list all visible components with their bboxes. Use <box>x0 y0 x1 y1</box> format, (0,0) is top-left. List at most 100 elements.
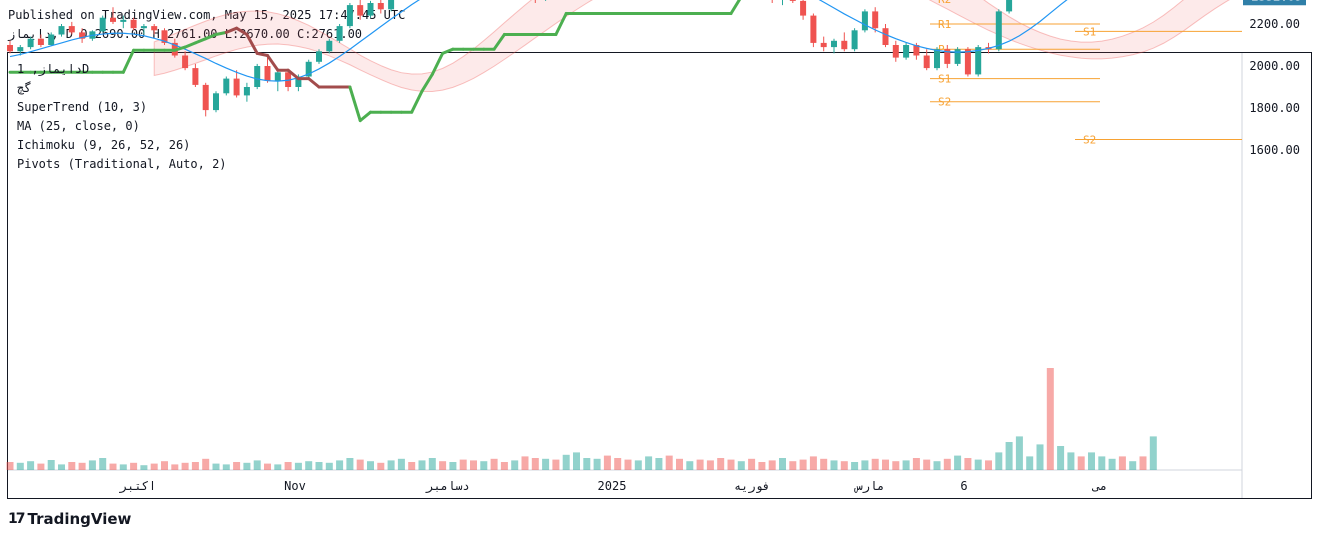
candle-body <box>274 72 281 81</box>
volume-bar <box>974 459 982 470</box>
supertrend-segment <box>255 51 269 57</box>
volume-bar <box>377 462 385 470</box>
volume-bar <box>6 462 14 470</box>
volume-bar <box>985 460 992 470</box>
volume-bar <box>665 455 673 470</box>
volume-bar <box>614 458 622 470</box>
legend-ma[interactable]: MA (25, close, 0) <box>17 119 140 133</box>
supertrend-segment <box>358 110 372 123</box>
volume-bar <box>109 463 117 470</box>
volume-bar <box>634 460 642 470</box>
supertrend-segment <box>307 77 321 89</box>
candle-body <box>1006 0 1013 12</box>
volume-bar <box>779 458 786 470</box>
supertrend-segment <box>214 30 228 36</box>
price-axis-tick: 2200.00 <box>1249 17 1300 31</box>
volume-bar <box>480 461 488 470</box>
volume-bar <box>861 460 869 470</box>
volume-bar <box>387 460 395 470</box>
candle-body <box>182 55 189 69</box>
pivot-label: R2 <box>938 0 951 6</box>
volume-bar <box>902 460 910 470</box>
volume-bar <box>1026 456 1034 470</box>
candle-body <box>120 19 127 22</box>
pivot-label: S1 <box>1083 25 1096 38</box>
candle-body <box>326 40 333 52</box>
volume-bar <box>696 459 704 470</box>
pivot-label: S1 <box>938 73 951 86</box>
volume-bar <box>583 458 591 470</box>
candle-body <box>243 87 250 96</box>
supertrend-segment <box>348 85 362 123</box>
price-axis-tick: 2000.00 <box>1249 59 1300 73</box>
price-axis-tick: 1600.00 <box>1249 143 1300 157</box>
candle-body <box>346 5 353 27</box>
volume-bar <box>573 452 580 470</box>
volume-bar <box>768 460 776 470</box>
candle-body <box>903 45 910 58</box>
candle-body <box>810 15 817 43</box>
candle-body <box>872 11 879 29</box>
volume-bar <box>995 452 1003 470</box>
volume-bar <box>418 460 426 470</box>
volume-bar <box>511 460 519 470</box>
candle-body <box>923 55 930 69</box>
volume-bar <box>1129 461 1137 470</box>
volume-bar <box>758 462 766 470</box>
volume-bar <box>676 458 683 470</box>
volume-bar <box>1149 436 1157 470</box>
volume-bar <box>531 458 539 470</box>
volume-bar <box>954 455 962 470</box>
candle-body <box>377 3 384 10</box>
time-axis-tick: 2025 <box>598 479 627 493</box>
candle-body <box>48 34 55 45</box>
chart-canvas[interactable]: R2R1PS1S2R2R1PS1S23400.003200.002800.002… <box>0 0 1320 541</box>
volume-bar <box>1036 444 1044 470</box>
volume-bar <box>27 461 35 470</box>
legend-pivots[interactable]: Pivots (Traditional, Auto, 2) <box>17 157 227 171</box>
legend-exchange: گچ <box>17 81 32 95</box>
volume-bar <box>191 462 199 470</box>
candle-body <box>140 26 147 29</box>
volume-bar <box>58 464 65 470</box>
pivot-label: R1 <box>938 18 951 31</box>
volume-bar <box>408 462 416 470</box>
legend-supertrend[interactable]: SuperTrend (10, 3) <box>17 100 147 114</box>
legend-ichimoku[interactable]: Ichimoku (9, 26, 52, 26) <box>17 138 190 152</box>
candle-body <box>316 51 322 62</box>
time-axis-tick: فوریه <box>734 479 770 494</box>
volume-bar <box>964 458 972 470</box>
candle-body <box>110 17 116 22</box>
volume-bar <box>820 458 828 470</box>
volume-bar <box>1077 456 1085 470</box>
candle-body <box>934 49 940 69</box>
volume-bar <box>809 456 817 470</box>
volume-bar <box>737 461 745 470</box>
candle-body <box>820 42 827 48</box>
volume-bar <box>1067 452 1075 470</box>
tradingview-brand[interactable]: 17 TradingView <box>8 510 131 528</box>
volume-bar <box>356 459 364 470</box>
volume-bar <box>140 465 148 470</box>
candle-body <box>233 78 240 96</box>
volume-bar <box>78 462 86 470</box>
time-axis-tick: اکتبر <box>119 479 156 494</box>
volume-bar <box>449 462 457 470</box>
candle-body <box>99 17 106 32</box>
volume-bar <box>470 460 477 470</box>
candle-body <box>223 78 230 94</box>
volume-bar <box>1046 368 1054 470</box>
volume-bar <box>912 458 920 470</box>
legend-symbol[interactable]: دایماز, 1D <box>17 62 89 76</box>
volume-bar <box>284 462 292 470</box>
supertrend-segment <box>441 47 455 55</box>
volume-bar <box>1015 436 1023 470</box>
volume-bar <box>212 463 220 470</box>
time-axis-tick: مارس <box>854 479 885 494</box>
volume-bar <box>397 458 405 470</box>
volume-bar <box>789 461 797 470</box>
volume-bar <box>1088 452 1095 470</box>
price-axis-tick: 1800.00 <box>1249 101 1300 115</box>
candle-body <box>192 68 199 85</box>
volume-bar <box>233 462 241 470</box>
